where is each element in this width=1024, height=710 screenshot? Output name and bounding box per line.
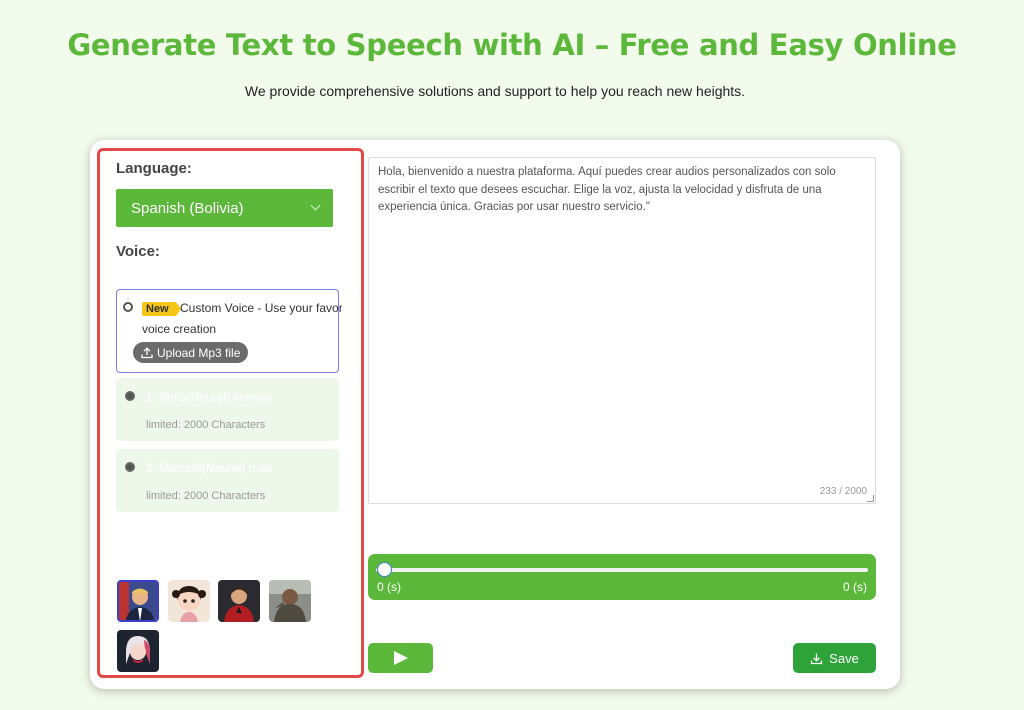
spider-man-avatar[interactable]: [218, 580, 260, 622]
voice-option-sofia[interactable]: 1. Sofia(Neural) woman limited: 2000 Cha…: [116, 378, 339, 441]
voice-limit: limited: 2000 Characters: [146, 490, 266, 502]
upload-mp3-button[interactable]: Upload Mp3 file: [133, 342, 249, 363]
total-time: 0 (s): [843, 580, 867, 594]
resize-handle[interactable]: [867, 495, 874, 502]
current-time: 0 (s): [377, 580, 401, 594]
download-icon: [811, 653, 823, 664]
character-counter: 233 / 2000: [819, 485, 867, 497]
chevron-down-icon: [310, 200, 321, 211]
language-label: Language:: [116, 160, 192, 177]
man-in-suit-avatar[interactable]: [117, 580, 159, 622]
text-input[interactable]: Hola, bienvenido a nuestra plataforma. A…: [368, 157, 876, 504]
page-title: Generate Text to Speech with AI – Free a…: [67, 28, 957, 62]
custom-voice-radio[interactable]: [123, 302, 133, 312]
voice-name: 2. Marcelo(Neural) man: [146, 461, 273, 475]
custom-voice-text: Custom Voice - Use your favorite: [180, 301, 342, 315]
voice-list: New Custom Voice - Use your favorite voi…: [116, 289, 342, 529]
custom-voice-option[interactable]: New Custom Voice - Use your favorite voi…: [116, 289, 342, 373]
voice-radio-sofia[interactable]: [125, 391, 135, 401]
voice-label: Voice:: [116, 243, 160, 260]
voice-settings-panel: Language: Spanish (Bolivia) Voice: New C…: [97, 148, 364, 678]
new-badge: New: [142, 302, 181, 316]
upload-icon: [141, 346, 153, 358]
language-select-value: Spanish (Bolivia): [131, 199, 244, 217]
warrior-avatar[interactable]: [269, 580, 311, 622]
save-label: Save: [829, 650, 859, 666]
audio-player: 0 (s) 0 (s): [368, 554, 876, 600]
play-button[interactable]: [368, 643, 433, 673]
play-icon: [394, 651, 408, 665]
upload-mp3-label: Upload Mp3 file: [157, 345, 241, 360]
page-subtitle: We provide comprehensive solutions and s…: [244, 83, 746, 99]
voice-option-marcelo[interactable]: 2. Marcelo(Neural) man limited: 2000 Cha…: [116, 449, 339, 512]
tts-card: Language: Spanish (Bolivia) Voice: New C…: [90, 140, 900, 689]
voice-name: 1. Sofia(Neural) woman: [146, 390, 273, 404]
voice-limit: limited: 2000 Characters: [146, 419, 266, 431]
save-button[interactable]: Save: [793, 643, 876, 673]
language-select[interactable]: Spanish (Bolivia): [116, 189, 333, 227]
text-input-content[interactable]: Hola, bienvenido a nuestra plataforma. A…: [378, 164, 866, 217]
cartoon-girl-avatar[interactable]: [168, 580, 210, 622]
voice-radio-marcelo[interactable]: [125, 462, 135, 472]
progress-thumb[interactable]: [377, 562, 392, 577]
progress-track[interactable]: [376, 568, 868, 572]
harley-quinn-avatar[interactable]: [117, 630, 159, 672]
custom-voice-text-2: voice creation: [142, 322, 217, 336]
overlapping-voice-name: Donald John T: [255, 346, 333, 360]
